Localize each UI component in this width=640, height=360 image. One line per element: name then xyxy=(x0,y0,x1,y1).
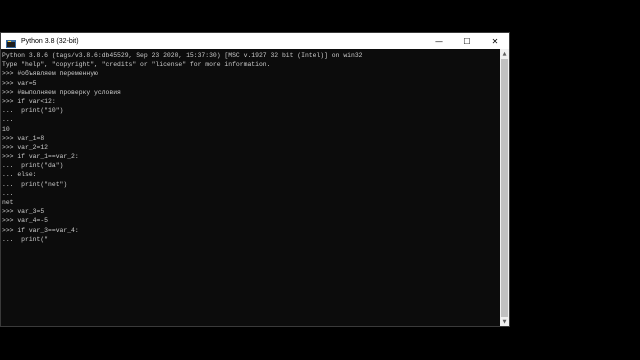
scroll-up-icon[interactable]: ▲ xyxy=(500,49,509,58)
console-line: Type "help", "copyright", "credits" or "… xyxy=(2,61,271,69)
console-line: net xyxy=(2,199,14,206)
console-line: ... xyxy=(2,189,14,197)
console-line: >>> var_3=5 xyxy=(2,208,45,216)
console-line: >>> var_1=8 xyxy=(2,134,45,142)
console-line: >>> if var<12: xyxy=(2,97,56,105)
scroll-down-icon[interactable]: ▼ xyxy=(500,317,509,326)
console-line: >>> var=5 xyxy=(2,79,37,87)
window-title: Python 3.8 (32-bit) xyxy=(21,37,79,45)
title-bar[interactable]: Python 3.8 (32-bit) — ☐ ✕ xyxy=(1,33,509,49)
console-line: >>> if var_1==var_2: xyxy=(2,153,79,161)
maximize-button[interactable]: ☐ xyxy=(453,33,481,49)
python-icon xyxy=(6,36,16,48)
vertical-scrollbar[interactable]: ▲ ▼ xyxy=(500,49,509,326)
console-line: ... print("da") xyxy=(2,162,64,170)
console-line: >>> #выполняем проверку условия xyxy=(2,88,121,96)
console-line: ... xyxy=(2,116,14,124)
python-console-window: Python 3.8 (32-bit) — ☐ ✕ Python 3.8.6 (… xyxy=(0,32,510,327)
console-line: >>> #объявляем переменную xyxy=(2,70,98,78)
console-line: ... print("10") xyxy=(2,107,64,115)
minimize-button[interactable]: — xyxy=(425,33,453,49)
console-line: >>> if var_3==var_4: xyxy=(2,226,79,234)
scroll-thumb[interactable] xyxy=(501,59,508,317)
close-button[interactable]: ✕ xyxy=(481,33,509,49)
console-line: >>> var_4=-5 xyxy=(2,217,49,225)
console-line: ... else: xyxy=(2,171,37,179)
console-line: >>> var_2=12 xyxy=(2,143,49,151)
console-line: 10 xyxy=(2,125,10,133)
console-output[interactable]: Python 3.8.6 (tags/v3.8.6:db45529, Sep 2… xyxy=(1,49,499,326)
console-line: ... print(" xyxy=(2,235,49,243)
console-line: Python 3.8.6 (tags/v3.8.6:db45529, Sep 2… xyxy=(2,52,363,59)
console-line: ... print("net") xyxy=(2,180,68,188)
